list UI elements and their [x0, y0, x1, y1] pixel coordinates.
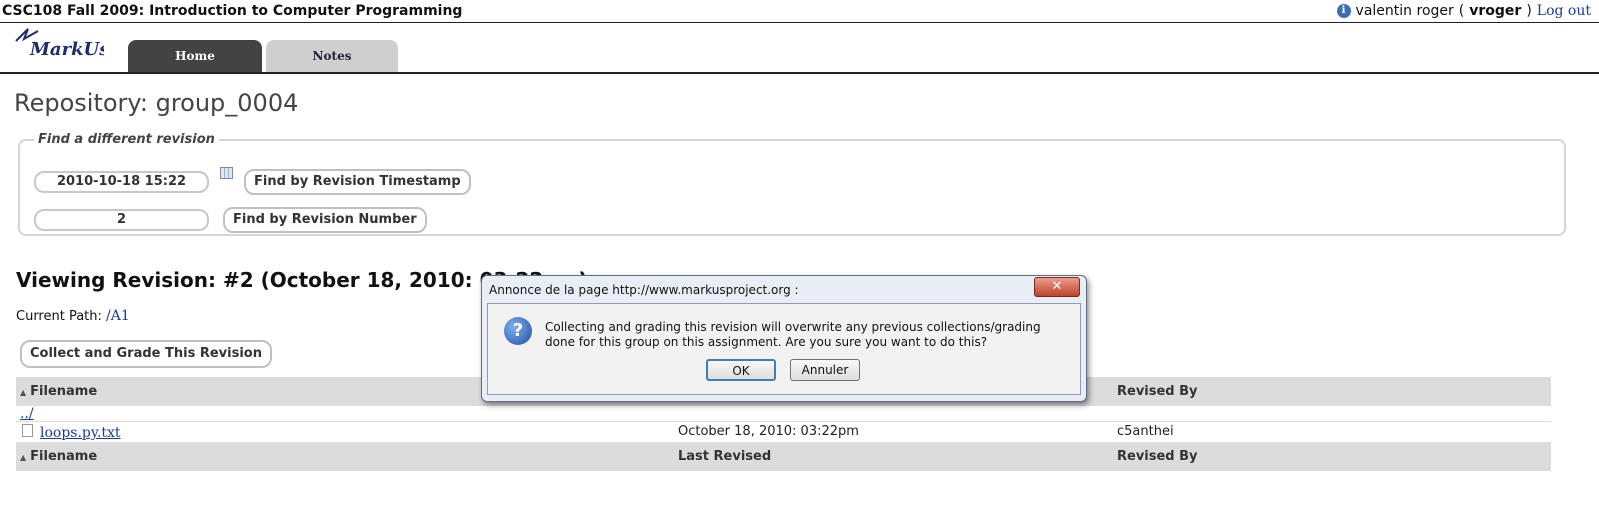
user-id: vroger [1469, 3, 1522, 19]
sort-arrow-icon: ▲ [20, 388, 27, 397]
current-path-link[interactable]: /A1 [106, 308, 130, 324]
find-by-timestamp-button[interactable]: Find by Revision Timestamp [244, 169, 471, 195]
top-bar: CSC108 Fall 2009: Introduction to Comput… [0, 0, 1599, 23]
file-icon [22, 424, 33, 437]
logout-link[interactable]: Log out [1537, 3, 1591, 19]
info-icon[interactable]: i [1336, 4, 1351, 18]
footer-column-filename[interactable]: ▲ Filename [20, 449, 97, 464]
file-link[interactable]: loops.py.txt [40, 425, 121, 441]
ok-button[interactable]: OK [706, 359, 776, 381]
collect-grade-button[interactable]: Collect and Grade This Revision [20, 340, 272, 368]
logo-text: MarkUs [29, 39, 104, 60]
close-paren: ) [1526, 3, 1532, 19]
page-title: Repository: group_0004 [14, 89, 299, 117]
footer-column-last-revised[interactable]: Last Revised [678, 449, 771, 464]
revised-by-cell: c5anthei [1117, 424, 1174, 439]
tab-home[interactable]: Home [128, 40, 262, 72]
row-divider [16, 421, 1551, 422]
question-icon: ? [504, 317, 532, 345]
open-paren: ( [1458, 3, 1465, 19]
close-icon[interactable]: ✕ [1034, 277, 1080, 297]
user-name: valentin roger [1355, 3, 1454, 19]
dialog-body: ? Collecting and grading this revision w… [487, 303, 1081, 395]
finder-legend: Find a different revision [38, 132, 215, 147]
revision-number-field[interactable]: 2 [34, 209, 209, 231]
markus-logo[interactable]: MarkUs [14, 27, 104, 67]
calendar-icon[interactable] [220, 167, 233, 179]
dialog-title: Annonce de la page http://www.markusproj… [489, 283, 799, 297]
revision-finder: Find a different revision 2010-10-18 15:… [18, 132, 1566, 236]
revision-timestamp-field[interactable]: 2010-10-18 15:22 [34, 171, 209, 193]
find-by-number-button[interactable]: Find by Revision Number [223, 207, 427, 233]
footer-column-revised-by[interactable]: Revised By [1117, 449, 1198, 464]
dialog-message: Collecting and grading this revision wil… [545, 320, 1041, 349]
table-row: loops.py.txt October 18, 2010: 03:22pm c… [16, 423, 1551, 441]
column-filename[interactable]: ▲ Filename [20, 384, 97, 399]
last-revised-cell: October 18, 2010: 03:22pm [678, 424, 859, 439]
column-revised-by[interactable]: Revised By [1117, 384, 1198, 399]
table-footer: ▲ Filename Last Revised Revised By [16, 442, 1551, 471]
user-info: i valentin roger ( vroger ) Log out [1336, 3, 1591, 19]
sort-arrow-icon: ▲ [20, 453, 27, 462]
main-header: MarkUs Home Notes [0, 23, 1599, 74]
parent-directory-link[interactable]: ../ [20, 406, 34, 422]
cancel-button[interactable]: Annuler [790, 359, 860, 381]
current-path-label: Current Path: [16, 309, 102, 324]
confirm-dialog: Annonce de la page http://www.markusproj… [481, 275, 1087, 402]
current-path: Current Path: /A1 [16, 308, 130, 324]
tab-notes[interactable]: Notes [266, 40, 398, 72]
course-title: CSC108 Fall 2009: Introduction to Comput… [2, 3, 463, 19]
